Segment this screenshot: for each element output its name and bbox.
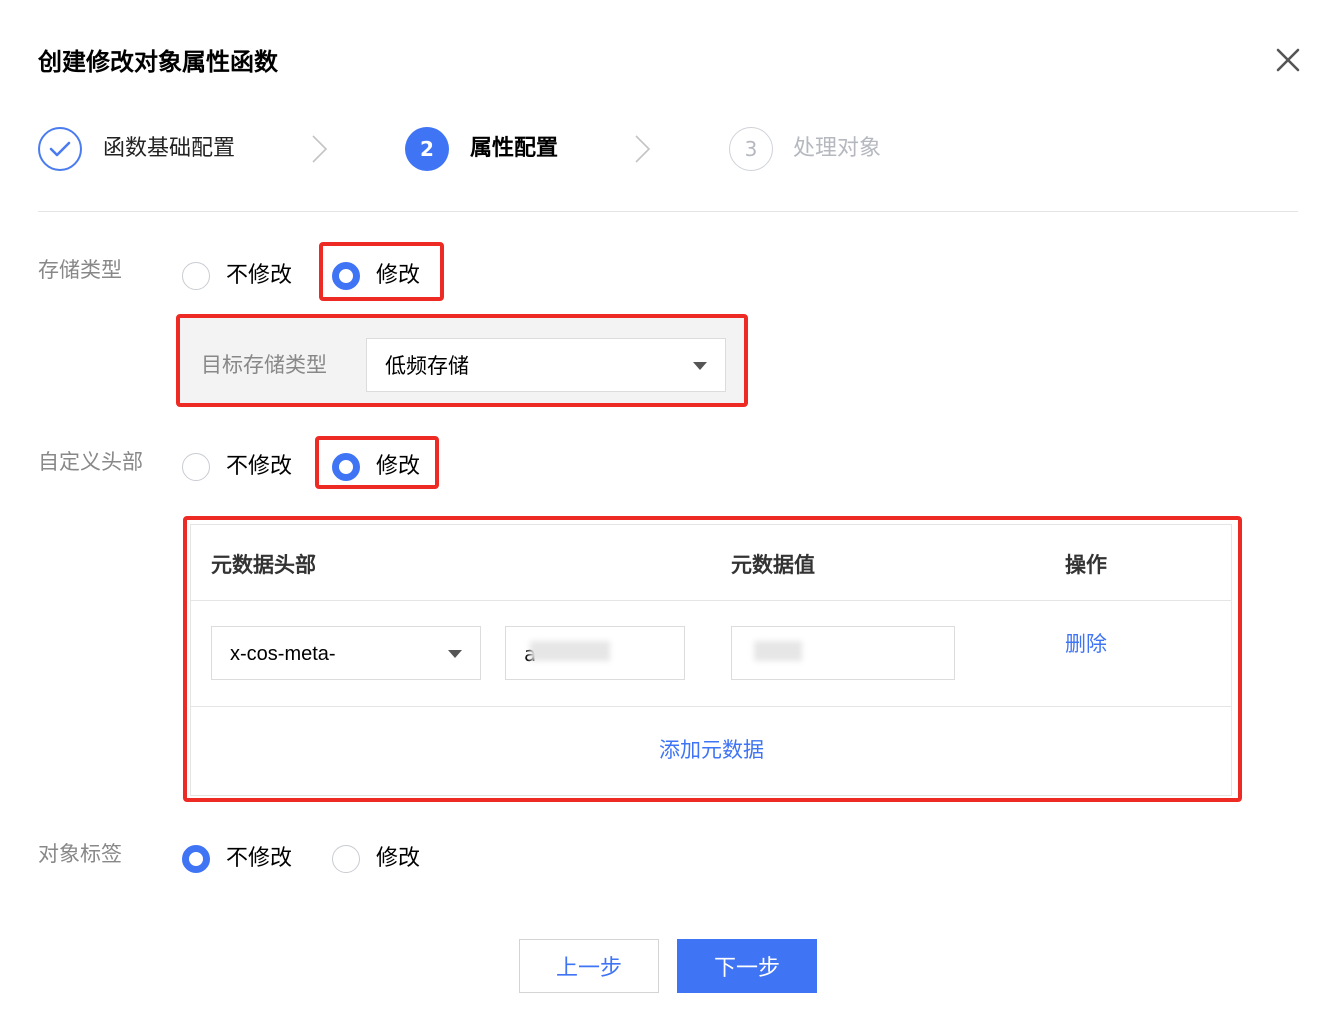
object-tags-radio-change[interactable]: 修改 xyxy=(332,844,420,874)
radio-label: 不修改 xyxy=(226,846,293,871)
highlight-box xyxy=(315,436,439,489)
prev-step-button[interactable]: 上一步 xyxy=(519,939,659,993)
storage-type-label: 存储类型 xyxy=(38,258,122,282)
object-tags-label: 对象标签 xyxy=(38,842,122,866)
step-2-number: 2 xyxy=(405,127,449,171)
highlight-box xyxy=(176,314,748,407)
custom-header-radio-no-change[interactable]: 不修改 xyxy=(182,452,292,482)
step-1-check-icon xyxy=(38,127,82,171)
close-icon[interactable] xyxy=(1274,46,1302,74)
object-tags-radio-no-change[interactable]: 不修改 xyxy=(182,844,292,874)
next-step-button[interactable]: 下一步 xyxy=(677,939,817,993)
steps-divider xyxy=(38,211,1298,212)
step-1-label: 函数基础配置 xyxy=(103,136,236,161)
step-3-label: 处理对象 xyxy=(793,136,882,161)
storage-type-radio-no-change[interactable]: 不修改 xyxy=(182,261,292,291)
custom-header-label: 自定义头部 xyxy=(38,450,143,474)
highlight-box xyxy=(319,242,444,301)
dialog-title: 创建修改对象属性函数 xyxy=(38,48,278,76)
radio-label: 不修改 xyxy=(226,263,293,288)
radio-label: 修改 xyxy=(376,846,421,871)
step-chevron-icon xyxy=(633,134,653,164)
step-chevron-icon xyxy=(310,134,330,164)
radio-circle xyxy=(182,453,210,481)
highlight-box xyxy=(183,516,1242,802)
step-2-label: 属性配置 xyxy=(470,136,559,161)
radio-label: 不修改 xyxy=(226,454,293,479)
radio-circle-checked xyxy=(182,845,210,873)
radio-circle xyxy=(332,845,360,873)
step-3-number: 3 xyxy=(729,127,773,171)
radio-circle xyxy=(182,262,210,290)
